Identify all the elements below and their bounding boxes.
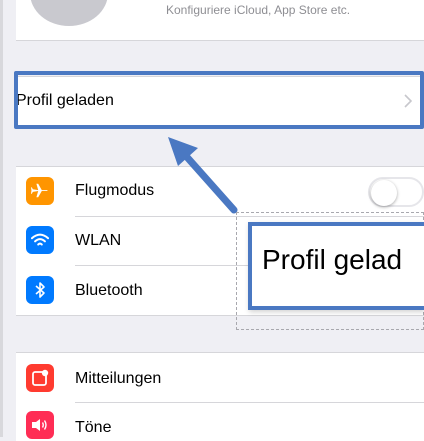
zoom-callout: Profil gelad: [248, 222, 424, 310]
callout-text: Profil gelad: [262, 244, 403, 275]
